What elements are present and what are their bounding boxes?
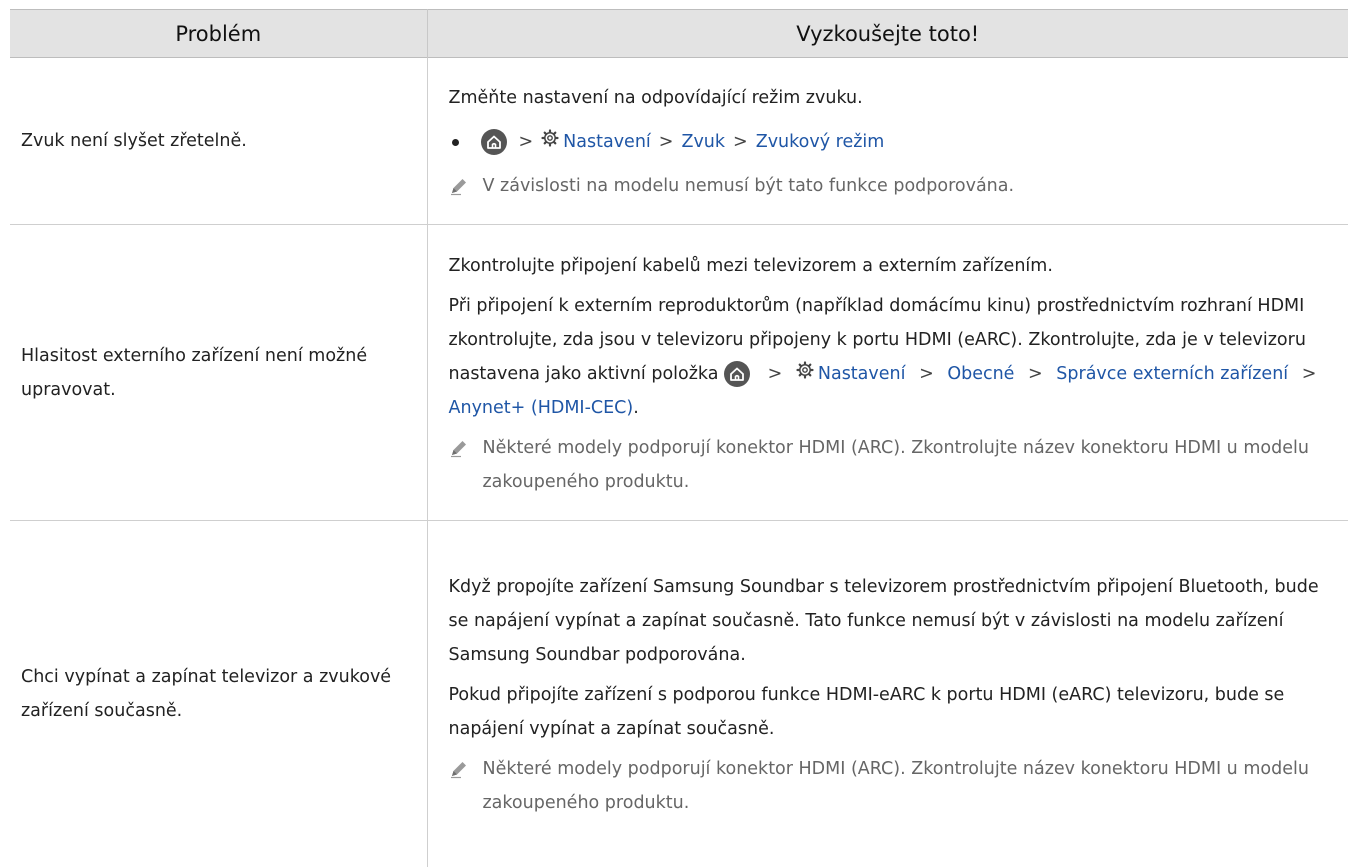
path-separator: > <box>1028 363 1043 384</box>
header-problem: Problém <box>10 9 428 58</box>
path-separator: > <box>1301 363 1317 384</box>
solution-text: Zkontrolujte připojení kabelů mezi telev… <box>448 255 1053 276</box>
solution-text: Když propojíte zařízení Samsung Soundbar… <box>448 576 1319 665</box>
path-separator: > <box>767 363 783 384</box>
pencil-note-icon <box>450 761 466 778</box>
solution-cell: Změňte nastavení na odpovídající režim z… <box>427 57 1348 225</box>
troubleshooting-table: Problém Vyzkoušejte toto! Zvuk není slyš… <box>10 9 1348 867</box>
table-row: Zvuk není slyšet zřetelně. Změňte nastav… <box>10 57 1348 225</box>
table-header-row: Problém Vyzkoušejte toto! <box>10 9 1348 58</box>
menu-link-anynet[interactable]: Anynet+ (HDMI-CEC) <box>449 398 634 418</box>
menu-link-settings[interactable]: Nastavení <box>818 364 906 384</box>
table-row: Hlasitost externího zařízení není možné … <box>10 224 1348 521</box>
bullet-icon <box>451 138 459 146</box>
solution-text: Pokud připojíte zařízení s podporou funk… <box>448 684 1285 739</box>
menu-link-external-device-manager[interactable]: Správce externích zařízení <box>1056 364 1288 384</box>
menu-link-sound[interactable]: Zvuk <box>681 125 725 159</box>
menu-path: > Nastavení > Zvuk > Zvukový režim <box>449 125 1331 159</box>
table-row: Chci vypínat a zapínat televizor a zvuko… <box>10 520 1348 867</box>
note: Některé modely podporují konektor HDMI (… <box>449 431 1331 499</box>
pencil-note-icon <box>450 179 466 196</box>
path-separator: > <box>919 363 934 384</box>
solution-cell: Zkontrolujte připojení kabelů mezi telev… <box>427 224 1348 521</box>
path-separator: > <box>658 132 674 152</box>
home-icon <box>724 360 751 387</box>
solution-cell: Když propojíte zařízení Samsung Soundbar… <box>427 521 1348 867</box>
note: V závislosti na modelu nemusí být tato f… <box>449 169 1331 203</box>
gear-icon <box>796 357 814 391</box>
pencil-note-icon <box>450 440 466 457</box>
troubleshooting-table-wrapper: Problém Vyzkoušejte toto! Zvuk není slyš… <box>10 9 1348 867</box>
note-text: Některé modely podporují konektor HDMI (… <box>482 758 1309 813</box>
problem-cell: Zvuk není slyšet zřetelně. <box>10 57 428 225</box>
menu-link-general[interactable]: Obecné <box>947 364 1014 384</box>
gear-icon <box>541 125 559 159</box>
solution-text: Změňte nastavení na odpovídající režim z… <box>448 88 863 108</box>
home-icon <box>480 129 507 155</box>
path-separator: > <box>518 132 534 152</box>
problem-cell: Chci vypínat a zapínat televizor a zvuko… <box>10 520 428 867</box>
problem-cell: Hlasitost externího zařízení není možné … <box>10 224 428 521</box>
note-text: Některé modely podporují konektor HDMI (… <box>482 437 1309 492</box>
header-solution: Vyzkoušejte toto! <box>427 9 1348 58</box>
solution-text-with-path: Při připojení k externím reproduktorům (… <box>449 289 1331 425</box>
path-separator: > <box>733 132 748 152</box>
menu-link-settings[interactable]: Nastavení <box>563 125 651 159</box>
sentence-end: . <box>633 397 639 418</box>
note: Některé modely podporují konektor HDMI (… <box>449 752 1331 820</box>
note-text: V závislosti na modelu nemusí být tato f… <box>482 176 1015 196</box>
menu-link-sound-mode[interactable]: Zvukový režim <box>756 125 885 159</box>
